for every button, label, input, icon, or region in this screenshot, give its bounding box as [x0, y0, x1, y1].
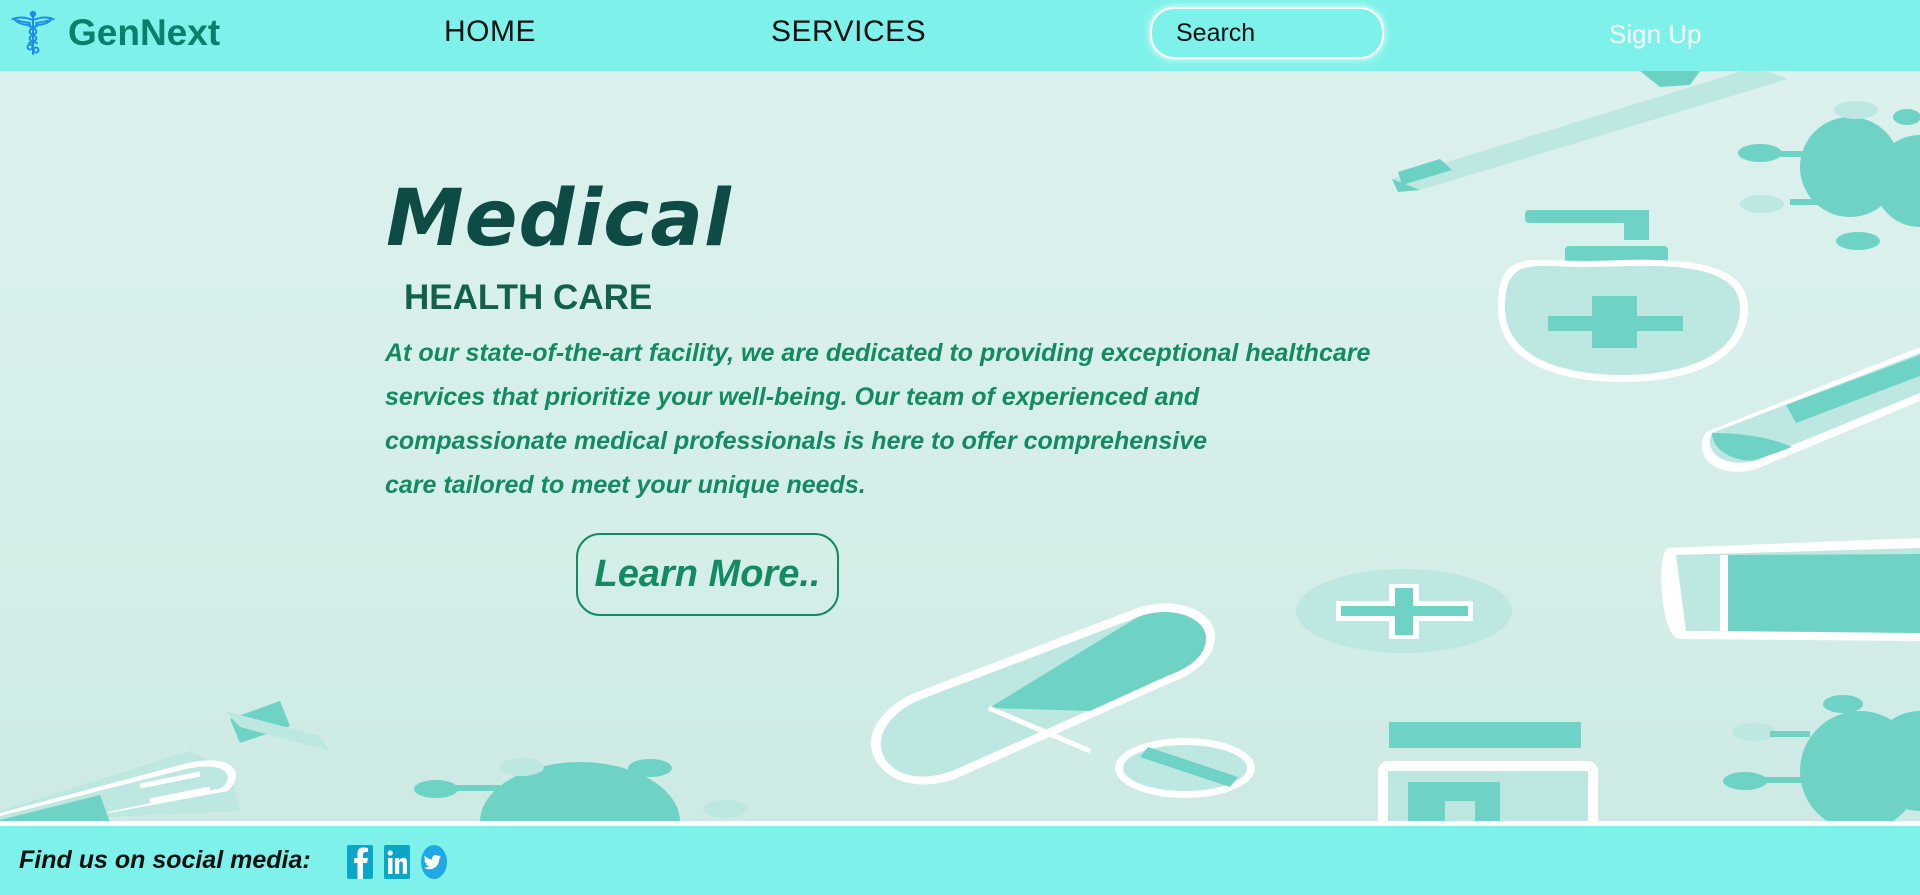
- sanitizer-bottle-icon: [1498, 210, 1748, 382]
- syringe-icon: [0, 701, 330, 822]
- social-label: Find us on social media:: [19, 846, 311, 874]
- facebook-icon[interactable]: [347, 843, 373, 881]
- signup-link[interactable]: Sign Up: [1609, 19, 1702, 50]
- hero-description-line: care tailored to meet your unique needs.: [385, 471, 866, 499]
- pill-icon: [1115, 738, 1255, 798]
- hero-description-line: At our state-of-the-art facility, we are…: [385, 339, 1371, 367]
- thermometer-icon: [1701, 347, 1920, 472]
- hero-description-line: compassionate medical professionals is h…: [385, 427, 1208, 455]
- virus-icon: [1723, 695, 1920, 822]
- linkedin-icon[interactable]: [384, 843, 410, 881]
- thermometer-icon: [1392, 71, 1788, 192]
- logo[interactable]: GenNext: [10, 10, 220, 56]
- virus-icon: [1738, 101, 1920, 250]
- brand-name: GenNext: [68, 12, 221, 53]
- twitter-icon[interactable]: [421, 843, 447, 881]
- caduceus-icon: [10, 10, 56, 55]
- ointment-tube-icon: [1661, 538, 1920, 641]
- learn-more-button[interactable]: Learn More..: [576, 533, 839, 616]
- medicine-jar-icon: [1378, 722, 1598, 822]
- hero-description-line: services that prioritize your well-being…: [385, 383, 1200, 411]
- nav-home-link[interactable]: HOME: [444, 15, 536, 49]
- navbar: GenNext HOME SERVICES Sign Up: [0, 0, 1920, 71]
- footer: Find us on social media:: [0, 826, 1920, 895]
- hero-description: At our state-of-the-art facility, we are…: [385, 331, 1395, 507]
- nav-services-link[interactable]: SERVICES: [771, 15, 926, 49]
- hero-title: Medical: [386, 174, 732, 264]
- medical-cross-icon: [1296, 569, 1512, 653]
- hero-subtitle: HEALTH CARE: [404, 278, 653, 317]
- hero-section: Medical HEALTH CARE At our state-of-the-…: [0, 71, 1920, 822]
- virus-icon: [414, 758, 747, 822]
- search-input[interactable]: [1150, 7, 1384, 59]
